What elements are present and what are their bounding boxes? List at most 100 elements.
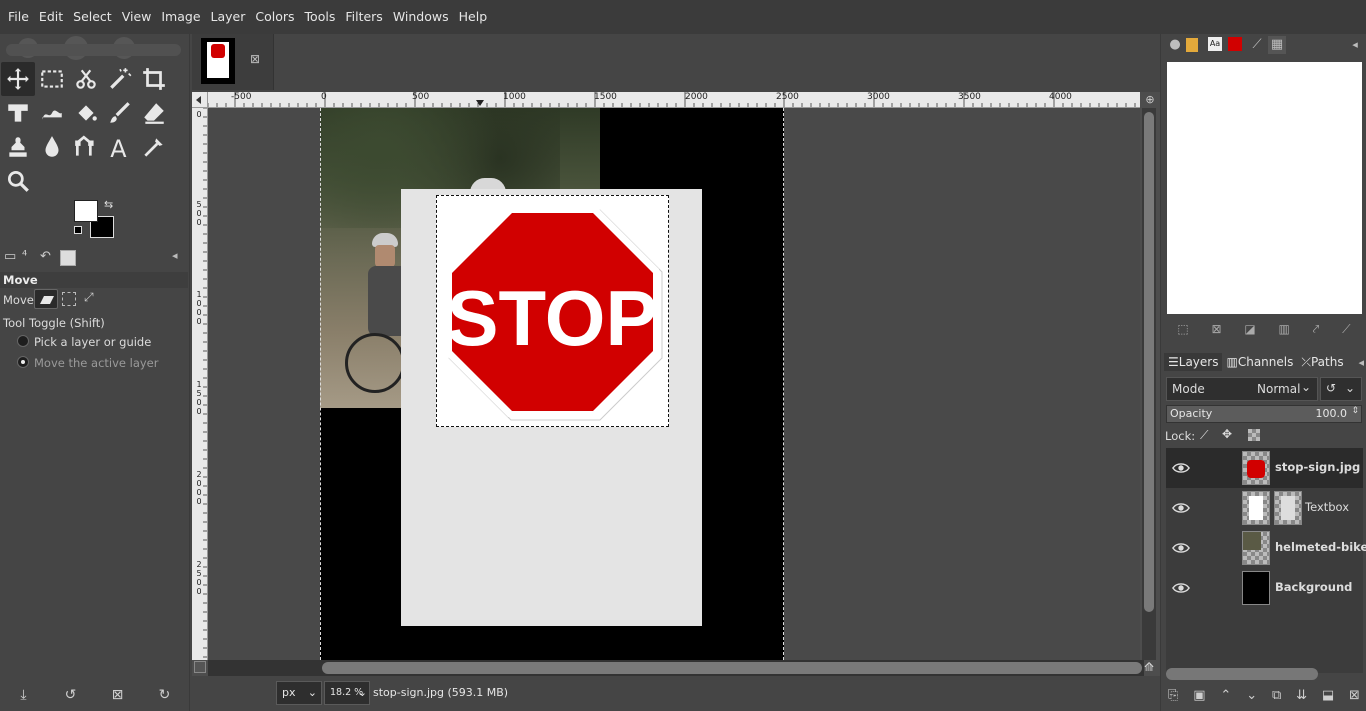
foreground-color[interactable] [74,200,98,222]
document-history-tab-icon[interactable] [1228,37,1242,51]
undo-history-tab-icon[interactable]: ↶ [40,249,58,267]
new-group-icon[interactable]: ▣ [1193,688,1205,703]
menu-windows[interactable]: Windows [388,0,454,34]
tool-options-tab-icon[interactable]: ▭ [4,249,22,267]
zoom-tool-icon[interactable] [1,164,35,198]
lower-layer-icon[interactable]: ⌄ [1246,688,1257,703]
horizontal-ruler[interactable]: -500 0 500 1000 1500 2000 2500 3000 3500… [208,92,1140,108]
duplicate-layer-icon[interactable]: ⧉ [1272,688,1281,703]
move-active-layer-radio[interactable] [17,356,29,368]
mode-reset-button[interactable]: ↺ ⌄ [1320,377,1362,401]
text-tool-icon[interactable]: A [103,130,137,164]
smudge-icon[interactable] [35,130,69,164]
layer-row[interactable]: helmeted-biker [1166,528,1366,568]
eye-icon[interactable] [1172,459,1190,477]
layers-scroll-thumb[interactable] [1166,668,1318,680]
raise-layer-icon[interactable]: ⌃ [1220,688,1231,703]
delete-options-icon[interactable]: ⊠ [109,687,127,703]
swap-colors-icon[interactable]: ⇆ [104,198,113,211]
pick-layer-radio[interactable] [17,335,29,347]
vertical-ruler[interactable]: 0 500 1000 1500 2000 2500 [192,108,208,660]
paths-icon[interactable] [69,130,103,164]
rect-select-icon[interactable] [35,62,69,96]
ruler-corner[interactable] [192,92,208,108]
delete-layer-icon[interactable]: ⊠ [1349,688,1360,703]
eraser-icon[interactable] [137,96,171,130]
navigate-icon[interactable]: ⟰ [1144,660,1160,676]
default-colors-icon[interactable] [74,226,82,234]
menu-help[interactable]: Help [454,0,493,34]
gradients-tab-icon[interactable]: ▦ [1268,36,1286,54]
bucket-fill-icon[interactable] [69,96,103,130]
reset-options-icon[interactable]: ↻ [156,687,174,703]
image-tab[interactable]: ⊠ [192,34,274,90]
mode-select[interactable]: Mode Normal ⌄ [1166,377,1318,401]
transform-icon[interactable] [1,96,35,130]
move-active-layer-label[interactable]: Move the active layer [34,356,158,370]
refresh-icon[interactable]: ⤤ [1313,322,1320,342]
move-layer-mode-button[interactable] [34,289,58,309]
lock-pixels-icon[interactable]: ⟋ [1200,428,1208,443]
horizontal-scroll-thumb[interactable] [322,662,1142,674]
menu-image[interactable]: Image [156,0,205,34]
paintbrush-icon[interactable] [103,96,137,130]
magic-wand-icon[interactable] [103,62,137,96]
color-swatches[interactable]: ⇆ [74,198,116,240]
menu-colors[interactable]: Colors [250,0,299,34]
move-selection-mode-button[interactable] [62,292,76,306]
delete-icon[interactable]: ⟋ [1342,322,1350,342]
menu-file[interactable]: File [3,0,34,34]
zoom-select[interactable]: 18.2 % ⌄ [324,681,370,705]
new-layer-icon[interactable]: ⎘ [1168,688,1178,703]
menu-tools[interactable]: Tools [300,0,341,34]
eye-icon[interactable] [1172,539,1190,557]
merge-layer-icon[interactable]: ⇊ [1296,688,1307,703]
color-picker-icon[interactable] [137,130,171,164]
spinner-icon[interactable]: ⇕ [1351,406,1359,416]
unit-select[interactable]: px ⌄ [276,681,322,705]
restore-options-icon[interactable]: ↺ [62,687,80,703]
layer-row[interactable]: Textbox [1166,488,1363,528]
clone-icon[interactable] [1,130,35,164]
brushes-tab-icon[interactable]: ● [1166,36,1184,54]
mask-layer-icon[interactable]: ⬓ [1322,688,1334,703]
quick-mask-toggle[interactable] [194,661,206,673]
eye-icon[interactable] [1172,499,1190,517]
menu-filters[interactable]: Filters [340,0,387,34]
layer-row[interactable]: Background [1166,568,1363,608]
tab-channels[interactable]: ▥Channels [1222,353,1297,371]
image-viewport[interactable]: STOP [208,108,1140,660]
menu-view[interactable]: View [117,0,157,34]
menu-layer[interactable]: Layer [206,0,251,34]
edit-icon[interactable]: ◪ [1244,322,1255,342]
menu-edit[interactable]: Edit [34,0,68,34]
panel-menu-icon[interactable]: ◂ [1346,36,1364,54]
selection-icon[interactable]: ⬚ [1177,322,1188,342]
images-tab-icon[interactable] [60,250,76,266]
zoom-fit-icon[interactable]: ⊕ [1143,93,1157,107]
close-tab-icon[interactable]: ⊠ [250,52,260,66]
lock-position-icon[interactable]: ✥ [1222,427,1232,441]
panel-menu-icon[interactable]: ◂ [172,249,190,267]
fonts-tab-icon[interactable]: Aa [1208,37,1222,51]
eye-icon[interactable] [1172,579,1190,597]
vertical-scroll-thumb[interactable] [1144,112,1154,612]
duplicate-icon[interactable]: ▥ [1278,322,1289,342]
warp-icon[interactable] [35,96,69,130]
save-options-icon[interactable]: ⤓ [15,687,33,703]
tab-layers[interactable]: ☰Layers [1164,353,1223,371]
crop-icon[interactable] [137,62,171,96]
move-tool-icon[interactable] [1,62,35,96]
layer-row[interactable]: stop-sign.jpg [1166,448,1363,488]
move-path-mode-button[interactable]: ⤢ [84,290,102,308]
paint-dynamics-tab-icon[interactable]: ⟋ [1248,36,1266,54]
tab-paths[interactable]: ⤫Paths [1297,353,1347,372]
device-status-tab-icon[interactable]: ⁴ [22,249,40,267]
close-icon[interactable]: ⊠ [1212,322,1222,342]
patterns-tab-icon[interactable] [1186,38,1198,52]
menu-select[interactable]: Select [68,0,117,34]
fuzzy-select-icon[interactable] [69,62,103,96]
lock-alpha-icon[interactable] [1248,429,1260,441]
opacity-slider[interactable]: Opacity 100.0 ⇕ [1166,405,1362,423]
panel-menu-icon[interactable]: ◂ [1358,356,1364,369]
